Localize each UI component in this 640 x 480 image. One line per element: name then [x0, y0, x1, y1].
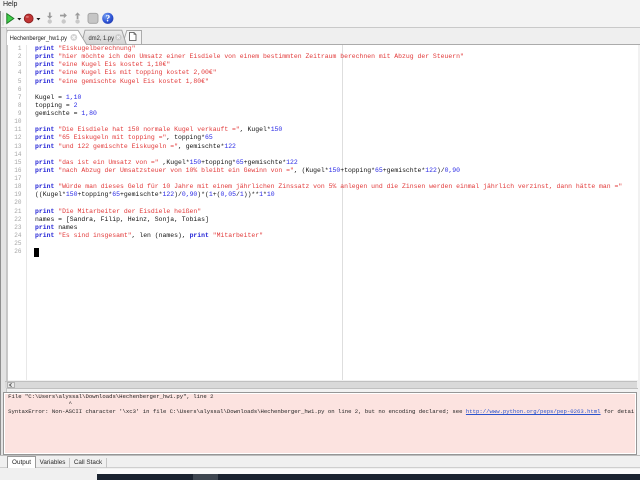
svg-text:Hechenberger_hw1.py: Hechenberger_hw1.py: [10, 35, 68, 42]
svg-text:dm2, 1.py: dm2, 1.py: [89, 35, 115, 42]
svg-text:?: ?: [106, 14, 111, 24]
